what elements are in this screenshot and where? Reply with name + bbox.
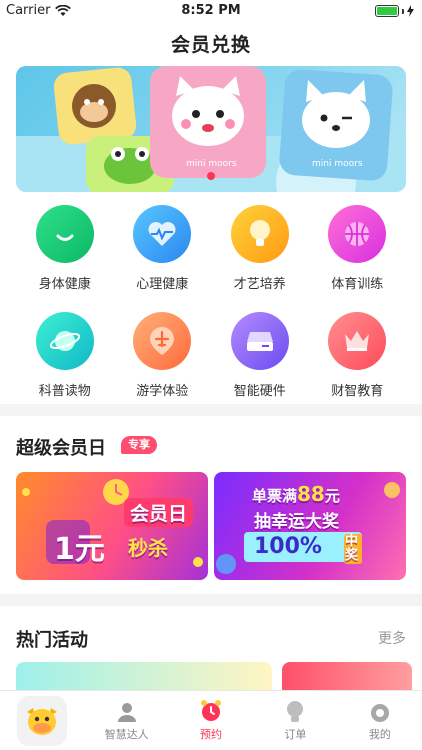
category-study-travel[interactable]: 游学体验 bbox=[114, 312, 212, 399]
page-title: 会员兑换 bbox=[170, 34, 251, 56]
promo-price: 1元 bbox=[54, 532, 105, 567]
dog-pillow: mini moors bbox=[279, 69, 393, 181]
tab-label: 预约 bbox=[200, 728, 223, 741]
tab-booking[interactable]: 预约 bbox=[169, 691, 253, 750]
cat-pillow: mini moors bbox=[150, 66, 266, 178]
category-icon-circle bbox=[35, 312, 94, 370]
person-icon bbox=[117, 703, 136, 722]
promo-sub: 秒杀 bbox=[128, 536, 168, 560]
promo-lucky-draw[interactable]: 单票满88元 抽幸运大奖 100% 中奖 bbox=[214, 472, 406, 580]
charging-icon bbox=[407, 5, 414, 17]
tab-orders[interactable]: 订单 bbox=[253, 691, 337, 750]
cow-mascot-icon bbox=[27, 708, 57, 735]
section-divider bbox=[0, 404, 422, 416]
device-icon bbox=[246, 332, 273, 351]
category-icon-circle bbox=[133, 205, 192, 263]
promo-member-day[interactable]: 会员日 1元 秒杀 bbox=[16, 472, 208, 580]
smile-icon bbox=[56, 234, 74, 241]
alarm-clock-icon bbox=[201, 700, 222, 721]
monkey-pillow bbox=[53, 67, 137, 145]
category-body-health[interactable]: 身体健康 bbox=[16, 205, 114, 292]
exclusive-badge: 专享 bbox=[121, 436, 157, 454]
category-icon-circle bbox=[328, 312, 387, 370]
promo-headline: 会员日 bbox=[124, 498, 194, 527]
battery-icon bbox=[375, 5, 414, 17]
banner-illustration: mini moors mini moors bbox=[16, 66, 406, 192]
category-science-books[interactable]: 科普读物 bbox=[16, 312, 114, 399]
category-label: 身体健康 bbox=[38, 277, 91, 292]
category-mental-health[interactable]: 心理健康 bbox=[114, 205, 212, 292]
pillow-text-2: mini moors bbox=[312, 159, 363, 169]
status-time: 8:52 PM bbox=[181, 3, 241, 18]
category-icon-circle bbox=[230, 205, 289, 263]
planet-icon bbox=[49, 331, 80, 351]
category-icon-circle bbox=[328, 205, 387, 263]
basketball-icon bbox=[345, 222, 370, 246]
profile-icon bbox=[370, 704, 389, 722]
lightbulb-icon bbox=[249, 220, 270, 246]
category-smart-hardware[interactable]: 智能硬件 bbox=[211, 312, 309, 399]
promo-line1: 单票满88元 bbox=[252, 482, 340, 506]
tab-label: 智慧达人 bbox=[104, 728, 149, 741]
plane-icon bbox=[150, 327, 175, 355]
category-label: 游学体验 bbox=[136, 384, 189, 399]
more-link[interactable]: 更多 bbox=[378, 628, 406, 648]
promo-line1-text: 单票满 bbox=[252, 487, 298, 505]
category-icon-circle bbox=[35, 205, 94, 263]
promo-badge: 中奖 bbox=[344, 534, 362, 564]
category-label: 体育训练 bbox=[331, 277, 384, 292]
crown-icon bbox=[345, 331, 370, 351]
category-label: 心理健康 bbox=[136, 277, 189, 292]
promo-unit: 元 bbox=[324, 487, 340, 505]
tab-wisdom-expert[interactable]: 智慧达人 bbox=[84, 691, 168, 750]
category-talent[interactable]: 才艺培养 bbox=[211, 205, 309, 292]
category-icon-circle bbox=[230, 312, 289, 370]
tab-label: 订单 bbox=[284, 728, 307, 741]
category-icon-circle bbox=[133, 312, 192, 370]
status-bar: Carrier 8:52 PM bbox=[0, 0, 422, 22]
hot-section-title: 热门活动 bbox=[16, 630, 88, 651]
section-divider bbox=[0, 594, 422, 606]
tab-mine[interactable]: 我的 bbox=[338, 691, 422, 750]
category-finance-education[interactable]: 财智教育 bbox=[309, 312, 407, 399]
heart-pulse-icon bbox=[148, 222, 176, 246]
bulb-order-icon bbox=[287, 701, 304, 722]
tab-label: 我的 bbox=[368, 728, 391, 741]
promo-line2: 抽幸运大奖 bbox=[254, 512, 339, 532]
category-sports[interactable]: 体育训练 bbox=[309, 205, 407, 292]
category-label: 科普读物 bbox=[38, 384, 91, 399]
category-label: 智能硬件 bbox=[233, 384, 286, 399]
promo-amount: 88 bbox=[297, 482, 325, 506]
home-mascot-button[interactable] bbox=[17, 696, 67, 746]
promo-percent: 100% bbox=[254, 534, 322, 559]
category-label: 财智教育 bbox=[331, 384, 384, 399]
category-grid: 身体健康 心理健康 才艺培养 体育训练 科普读物 游学体验 智能硬件 财智教育 bbox=[16, 205, 406, 399]
pillow-text-1: mini moors bbox=[186, 159, 237, 169]
hero-banner[interactable]: mini moors mini moors bbox=[16, 66, 406, 192]
vip-section-title: 超级会员日 bbox=[16, 438, 106, 459]
category-label: 才艺培养 bbox=[233, 277, 286, 292]
